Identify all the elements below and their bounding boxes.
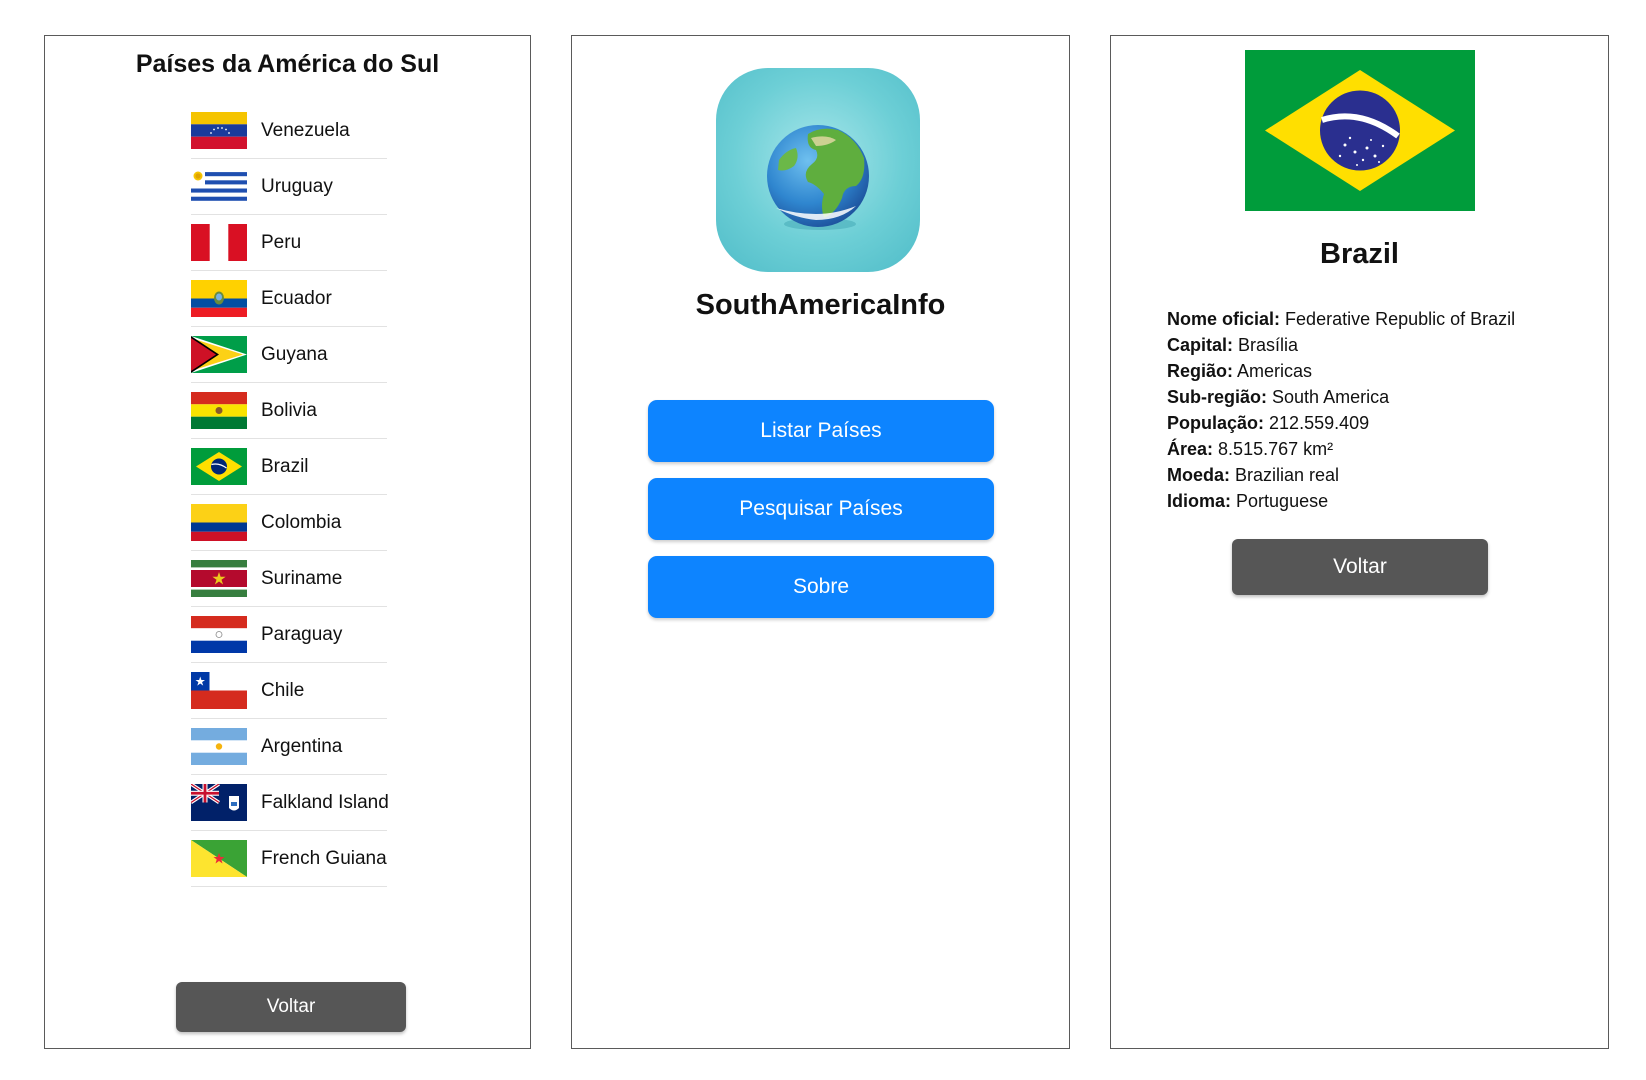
list-item-chile[interactable]: Chile (191, 663, 387, 719)
info-value: South America (1272, 387, 1390, 407)
info-label: Região: (1167, 361, 1234, 381)
list-countries-button[interactable]: Listar Países (648, 400, 994, 462)
info-row-region: Região: Americas (1167, 358, 1515, 384)
suriname-flag-icon (191, 560, 247, 597)
back-button[interactable]: Voltar (1232, 539, 1488, 595)
ecuador-flag-icon (191, 280, 247, 317)
list-item-colombia[interactable]: Colombia (191, 495, 387, 551)
list-item-uruguay[interactable]: Uruguay (191, 159, 387, 215)
info-label: População: (1167, 413, 1265, 433)
info-row-subregion: Sub-região: South America (1167, 384, 1515, 410)
uruguay-flag-icon (191, 168, 247, 205)
info-value: Brasília (1238, 335, 1299, 355)
falkland-islands-flag-icon (191, 784, 247, 821)
info-row-capital: Capital: Brasília (1167, 332, 1515, 358)
info-value: 212.559.409 (1269, 413, 1370, 433)
country-info: Nome oficial: Federative Republic of Bra… (1167, 306, 1515, 514)
country-name: Chile (261, 679, 305, 701)
country-title: Brazil (1320, 238, 1399, 270)
country-list: Venezuela Uruguay Peru Ecuador Guyana Bo… (191, 103, 389, 887)
info-label: Idioma: (1167, 491, 1232, 511)
peru-flag-icon (191, 224, 247, 261)
home-screen: SouthAmericaInfo Listar Países Pesquisar… (571, 35, 1070, 1049)
list-item-guyana[interactable]: Guyana (191, 327, 387, 383)
country-name: Peru (261, 231, 302, 253)
argentina-flag-icon (191, 728, 247, 765)
list-item-argentina[interactable]: Argentina (191, 719, 387, 775)
colombia-flag-icon (191, 504, 247, 541)
globe-icon (767, 125, 869, 230)
info-label: Moeda: (1167, 465, 1230, 485)
info-row-language: Idioma: Portuguese (1167, 488, 1515, 514)
country-name: Paraguay (261, 623, 343, 645)
country-name: Argentina (261, 735, 343, 757)
country-name: Uruguay (261, 175, 333, 197)
info-row-population: População: 212.559.409 (1167, 410, 1515, 436)
info-label: Sub-região: (1167, 387, 1268, 407)
info-label: Capital: (1167, 335, 1234, 355)
country-name: Suriname (261, 567, 343, 589)
country-detail-screen: Brazil Nome oficial: Federative Republic… (1110, 35, 1609, 1049)
info-value: Brazilian real (1235, 465, 1340, 485)
country-name: Bolivia (261, 399, 317, 421)
info-value: 8.515.767 km² (1218, 439, 1334, 459)
country-list-screen: Países da América do Sul Venezuela Urugu… (44, 35, 531, 1049)
brazil-flag-icon (191, 448, 247, 485)
back-button[interactable]: Voltar (176, 982, 406, 1032)
info-row-official-name: Nome oficial: Federative Republic of Bra… (1167, 306, 1515, 332)
list-item-bolivia[interactable]: Bolivia (191, 383, 387, 439)
search-countries-button[interactable]: Pesquisar Países (648, 478, 994, 540)
brazil-flag-icon (1245, 50, 1475, 211)
list-title: Países da América do Sul (135, 50, 440, 78)
french-guiana-flag-icon (191, 840, 247, 877)
app-icon (716, 68, 920, 272)
country-name: Falkland Island (261, 791, 389, 813)
info-label: Área: (1167, 439, 1214, 459)
info-label: Nome oficial: (1167, 309, 1281, 329)
country-name: Brazil (261, 455, 309, 477)
info-value: Portuguese (1236, 491, 1329, 511)
list-item-peru[interactable]: Peru (191, 215, 387, 271)
list-item-brazil[interactable]: Brazil (191, 439, 387, 495)
list-item-falkland-island[interactable]: Falkland Island (191, 775, 389, 831)
app-title: SouthAmericaInfo (695, 289, 946, 321)
country-name: Venezuela (261, 119, 350, 141)
venezuela-flag-icon (191, 112, 247, 149)
guyana-flag-icon (191, 336, 247, 373)
list-item-paraguay[interactable]: Paraguay (191, 607, 387, 663)
info-row-currency: Moeda: Brazilian real (1167, 462, 1515, 488)
list-item-suriname[interactable]: Suriname (191, 551, 387, 607)
country-name: Guyana (261, 343, 328, 365)
list-item-ecuador[interactable]: Ecuador (191, 271, 387, 327)
country-name: French Guiana (261, 847, 387, 869)
paraguay-flag-icon (191, 616, 247, 653)
bolivia-flag-icon (191, 392, 247, 429)
chile-flag-icon (191, 672, 247, 709)
country-name: Ecuador (261, 287, 332, 309)
info-value: Federative Republic of Brazil (1285, 309, 1516, 329)
about-button[interactable]: Sobre (648, 556, 994, 618)
info-row-area: Área: 8.515.767 km² (1167, 436, 1515, 462)
info-value: Americas (1237, 361, 1313, 381)
country-name: Colombia (261, 511, 342, 533)
list-item-french-guiana[interactable]: French Guiana (191, 831, 387, 887)
list-item-venezuela[interactable]: Venezuela (191, 103, 387, 159)
